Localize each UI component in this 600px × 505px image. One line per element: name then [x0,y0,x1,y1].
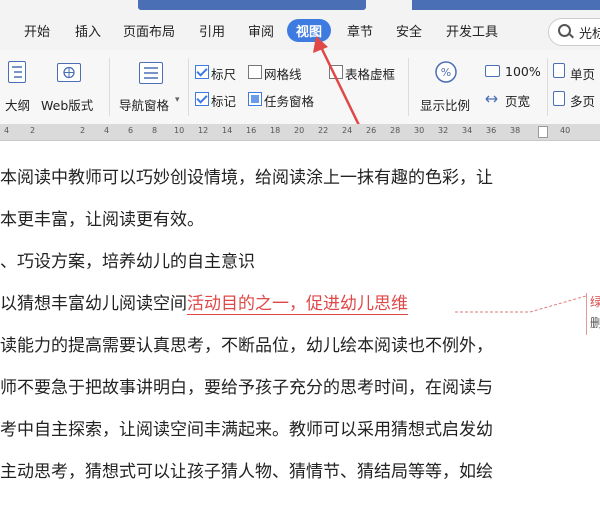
svg-text:%: % [441,66,451,79]
menu-developer-tools[interactable]: 开发工具 [446,21,498,40]
ruler-tick: 24 [342,126,353,135]
menu-review[interactable]: 审阅 [248,21,274,40]
single-page-label: 单页 [570,67,596,82]
web-layout-label: Web版式 [41,98,94,113]
search-icon [558,24,571,37]
marks-check-icon [195,92,209,106]
zoom-100-icon [485,65,500,77]
revision-balloon-char: 绿 [590,295,600,309]
tracked-insertion[interactable]: 活动目的之一，促进幼儿思维 [187,294,408,315]
outline-label: 大纲 [5,98,31,113]
table-gridlines-check-icon [329,65,343,79]
menu-insert[interactable]: 插入 [75,21,101,40]
revision-balloon-char: 删 [590,316,600,330]
doc-line: 本更丰富，让阅读更有效。 [0,210,204,230]
ruler-tick: 32 [438,126,449,135]
horizontal-ruler[interactable]: 4 2 2 4 6 8 10 12 14 16 18 20 22 24 26 2… [0,124,600,141]
web-layout-icon [57,63,81,82]
menu-view[interactable]: 视图 [287,19,332,42]
ruler-tick: 16 [246,126,257,135]
doc-line: 读能力的提高需要认真思考，不断品位，幼儿绘本阅读也不例外， [0,336,493,356]
ruler-tick: 6 [128,126,134,135]
menu-chapter[interactable]: 章节 [347,21,373,40]
task-pane-check-icon [248,92,262,106]
ruler-tick: 38 [510,126,521,135]
ruler-tick: 26 [366,126,377,135]
search-label: 光标 [579,27,600,42]
ruler-tick: 18 [270,126,281,135]
zoom-100-label: 100% [505,64,541,79]
ruler-tick: 10 [174,126,185,135]
ruler-tick: 2 [30,126,36,135]
ruler-tick: 34 [462,126,473,135]
navigation-pane-icon [139,62,163,84]
ruler-label: 标尺 [211,67,237,82]
ruler-tick: 4 [4,126,10,135]
menu-home[interactable]: 开始 [24,21,50,40]
title-strip [0,0,600,12]
ribbon-divider [547,58,548,116]
ruler-check-icon [195,65,209,79]
ruler-tick: 28 [390,126,401,135]
ruler-tick: 8 [152,126,158,135]
ruler-tick: 4 [104,126,110,135]
ribbon-divider [109,58,110,116]
zoom-label: 显示比例 [420,98,471,113]
marks-label: 标记 [211,94,237,109]
doc-line: 考中自主探索，让阅读空间丰满起来。教师可以采用猜想式启发幼 [0,420,493,440]
multi-page-icon [553,91,565,106]
ruler-tick: 30 [414,126,425,135]
navigation-pane-label: 导航窗格 [119,98,170,113]
doc-line-text: 以猜想丰富幼儿阅读空间 [0,294,187,314]
ribbon-divider [188,58,189,116]
page-width-icon [484,91,499,104]
menu-bar: 开始 插入 页面布局 引用 审阅 视图 章节 安全 开发工具 光标 [0,12,600,50]
single-page-icon [553,63,565,78]
gridlines-check-icon [248,65,262,79]
page-width-label: 页宽 [505,94,531,109]
doc-line: 主动思考，猜想式可以让孩子猜人物、猜情节、猜结局等等，如绘 [0,462,493,482]
right-indent-marker[interactable] [538,126,548,138]
ruler-tick: 22 [318,126,329,135]
table-gridlines-label: 表格虚框 [345,67,396,82]
menu-security[interactable]: 安全 [396,21,422,40]
window-tab-right[interactable] [412,0,600,10]
doc-line: 、巧设方案，培养幼儿的自主意识 [0,252,255,272]
ruler-tick: 40 [560,126,571,135]
ruler-tick: 14 [222,126,233,135]
gridlines-label: 网格线 [264,67,302,82]
doc-line: 师不要急于把故事讲明白，要给予孩子充分的思考时间，在阅读与 [0,378,493,398]
zoom-icon: % [434,60,460,86]
ruler-tick: 2 [80,126,86,135]
view-ribbon: 大纲 Web版式 导航窗格 ▾ 标尺 网格线 表格虚框 标记 任务窗格 % 显示… [0,50,600,125]
revision-balloon[interactable]: 绿 删 [586,293,600,335]
search-box[interactable]: 光标 [548,18,600,46]
ruler-tick: 20 [294,126,305,135]
ruler-tick: 36 [486,126,497,135]
ruler-tick: 12 [198,126,209,135]
menu-page-layout[interactable]: 页面布局 [123,21,175,40]
menu-references[interactable]: 引用 [199,21,225,40]
doc-line: 本阅读中教师可以巧妙创设情境，给阅读涂上一抹有趣的色彩，让 [0,168,493,188]
document-tab[interactable] [138,0,366,10]
multi-page-label: 多页 [570,94,596,109]
task-pane-label: 任务窗格 [264,94,315,109]
outline-icon [8,61,26,83]
chevron-down-icon: ▾ [175,95,180,105]
doc-line: 以猜想丰富幼儿阅读空间活动目的之一，促进幼儿思维 [0,289,408,315]
ribbon-divider [408,58,409,116]
document-page[interactable]: 本阅读中教师可以巧妙创设情境，给阅读涂上一抹有趣的色彩，让 本更丰富，让阅读更有… [0,141,600,505]
